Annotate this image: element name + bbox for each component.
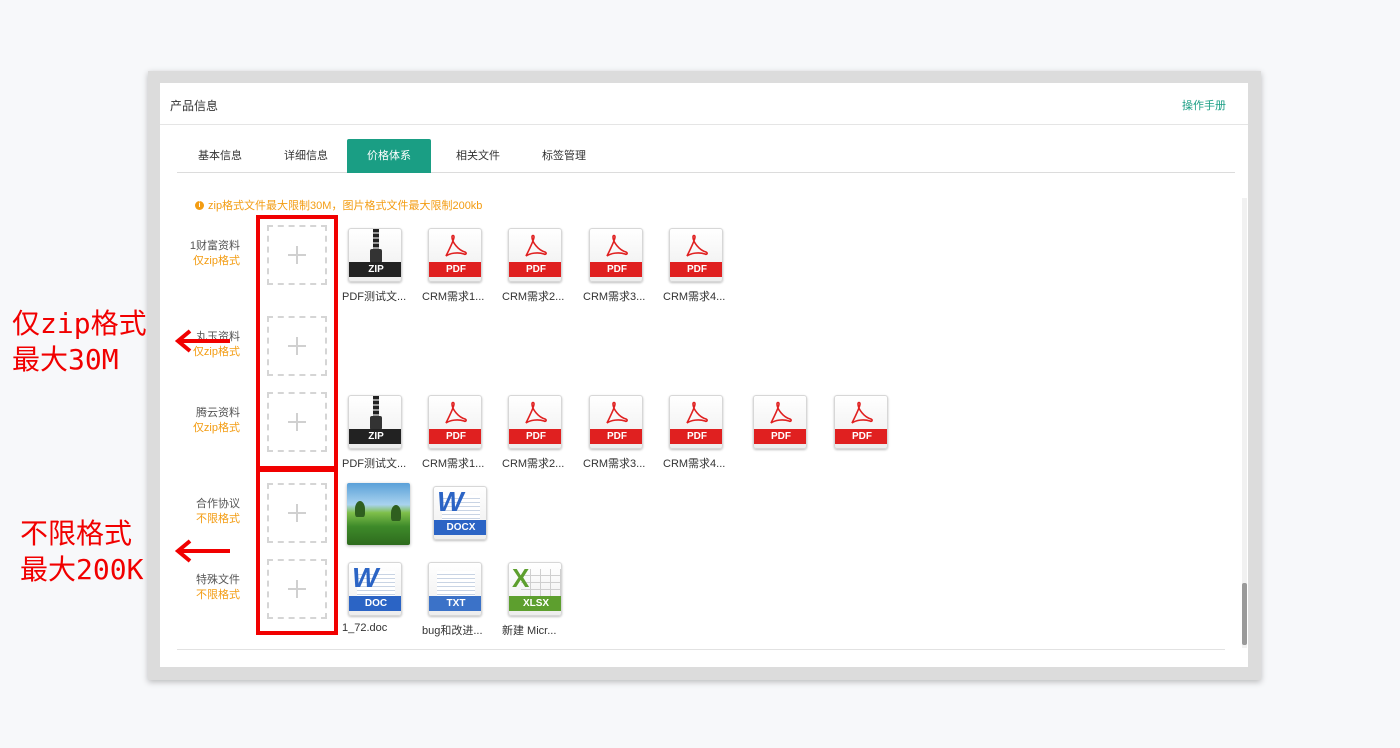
upload-limit-notice: i zip格式文件最大限制30M，图片格式文件最大限制200kb <box>195 197 482 213</box>
annotation-box-any-format-rows <box>256 466 338 635</box>
tab-related-files[interactable]: 相关文件 <box>435 139 521 173</box>
row-restriction: 仅zip格式 <box>192 422 240 434</box>
file-name: CRM需求1... <box>422 291 485 303</box>
tab-basic-info[interactable]: 基本信息 <box>177 139 263 173</box>
row-restriction: 仅zip格式 <box>192 255 240 267</box>
notice-text: zip格式文件最大限制30M，图片格式文件最大限制200kb <box>208 200 483 212</box>
file-name: bug和改进... <box>422 625 483 637</box>
file-name: PDF测试文... <box>342 458 407 470</box>
bottom-divider <box>177 649 1225 650</box>
panel-title: 产品信息 <box>170 99 219 113</box>
file-item[interactable]: PDF CRM需求3... <box>583 228 665 308</box>
file-item[interactable]: PDF <box>747 395 829 475</box>
scrollbar-thumb[interactable] <box>1242 583 1247 645</box>
file-item[interactable]: PDF CRM需求3... <box>583 395 665 475</box>
file-name: 1_72.doc <box>342 622 388 634</box>
pdf-file-icon: PDF <box>834 395 888 449</box>
info-icon: i <box>195 200 204 210</box>
tab-detail-info[interactable]: 详细信息 <box>263 139 349 173</box>
file-item[interactable]: PDF CRM需求1... <box>422 228 504 308</box>
file-item[interactable]: W DOC 1_72.doc <box>342 562 424 642</box>
file-name: CRM需求3... <box>583 458 646 470</box>
annotation-line: 最大30M <box>12 343 119 376</box>
file-item[interactable]: PDF <box>828 395 910 475</box>
row-name: 1财富资料 <box>189 240 240 252</box>
file-name: CRM需求1... <box>422 458 485 470</box>
file-item[interactable]: PDF CRM需求1... <box>422 395 504 475</box>
zip-file-icon: ZIP <box>348 395 402 449</box>
row-label-4: 合作协议 不限格式 <box>160 497 240 527</box>
row-label-3: 腾云资料 仅zip格式 <box>160 406 240 436</box>
annotation-line: 仅zip格式 <box>12 307 147 340</box>
row-name: 合作协议 <box>196 498 240 510</box>
manual-link[interactable]: 操作手册 <box>1182 97 1226 113</box>
row-name: 腾云资料 <box>196 407 240 419</box>
file-item[interactable]: PDF CRM需求2... <box>502 228 584 308</box>
pdf-file-icon: PDF <box>753 395 807 449</box>
file-name: 新建 Micr... <box>502 625 557 637</box>
file-name: CRM需求2... <box>502 291 565 303</box>
annotation-line: 不限格式 <box>20 517 133 550</box>
file-name: CRM需求3... <box>583 291 646 303</box>
pdf-file-icon: PDF <box>669 228 723 282</box>
file-name: CRM需求2... <box>502 458 565 470</box>
landscape-image-thumbnail[interactable] <box>347 483 410 545</box>
file-item[interactable]: TXT bug和改进... <box>422 562 504 642</box>
tab-bar: 基本信息 详细信息 价格体系 相关文件 标签管理 <box>177 139 1235 173</box>
row-restriction: 不限格式 <box>196 589 240 601</box>
pdf-file-icon: PDF <box>508 395 562 449</box>
annotation-text-zip: 仅zip格式 最大30M <box>12 306 147 378</box>
file-item[interactable]: ZIP PDF测试文... <box>342 228 424 308</box>
file-item[interactable]: PDF CRM需求4... <box>663 395 745 475</box>
annotation-line: 最大200K <box>20 553 144 586</box>
word-file-icon: W DOC <box>348 562 402 616</box>
file-item[interactable]: PDF CRM需求4... <box>663 228 745 308</box>
row-label-5: 特殊文件 不限格式 <box>160 573 240 603</box>
arrow-left-icon <box>174 539 230 563</box>
tab-tag-management[interactable]: 标签管理 <box>521 139 607 173</box>
row-restriction: 不限格式 <box>196 513 240 525</box>
text-file-icon: TXT <box>428 562 482 616</box>
panel-header: 产品信息 操作手册 <box>160 83 1248 125</box>
file-name: CRM需求4... <box>663 291 726 303</box>
pdf-file-icon: PDF <box>669 395 723 449</box>
arrow-left-icon <box>174 329 230 353</box>
file-name: CRM需求4... <box>663 458 726 470</box>
file-item[interactable]: W DOCX <box>427 486 509 566</box>
word-file-icon: W DOCX <box>433 486 487 540</box>
file-item[interactable]: ZIP PDF测试文... <box>342 395 424 475</box>
tab-price-system[interactable]: 价格体系 <box>347 139 431 173</box>
annotation-box-zip-rows <box>256 215 338 472</box>
pdf-file-icon: PDF <box>589 395 643 449</box>
file-item[interactable]: PDF CRM需求2... <box>502 395 584 475</box>
excel-file-icon: X XLSX <box>508 562 562 616</box>
row-name: 特殊文件 <box>196 574 240 586</box>
annotation-text-any: 不限格式 最大200K <box>20 516 143 588</box>
pdf-file-icon: PDF <box>589 228 643 282</box>
file-name: PDF测试文... <box>342 291 407 303</box>
scrollbar-track[interactable] <box>1242 198 1247 648</box>
zip-file-icon: ZIP <box>348 228 402 282</box>
pdf-file-icon: PDF <box>428 228 482 282</box>
pdf-file-icon: PDF <box>428 395 482 449</box>
file-item[interactable]: X XLSX 新建 Micr... <box>502 562 584 642</box>
row-label-1: 1财富资料 仅zip格式 <box>160 239 240 269</box>
pdf-file-icon: PDF <box>508 228 562 282</box>
